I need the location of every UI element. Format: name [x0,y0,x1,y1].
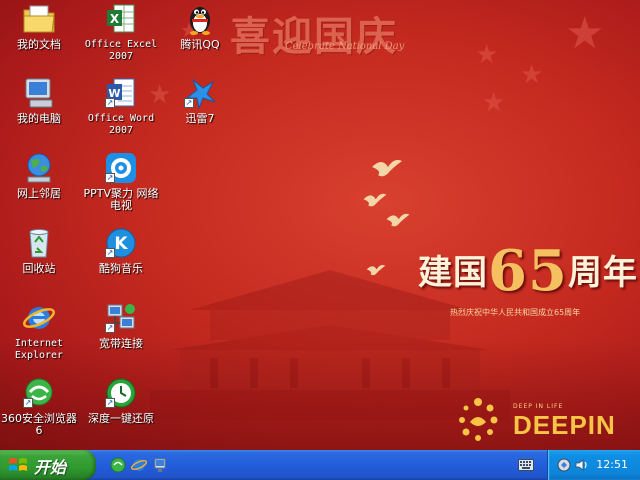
desktop-icon-label: 深度一键还原 [88,412,154,425]
network-status-icon[interactable] [556,457,572,473]
star-decoration: ★ [565,8,605,59]
system-tray: 12:51 [547,450,640,480]
volume-icon[interactable] [574,457,590,473]
desktop-icon-label: PPTV聚力 网络电视 [83,187,159,212]
wallpaper-headline: 喜迎国庆 [230,13,398,60]
taskbar: 开始 12:51 [0,450,640,480]
dove-icon [366,264,386,276]
shortcut-arrow-icon: ↗ [105,398,115,408]
desktop-icon-network-places[interactable]: 网上邻居 [1,151,77,200]
desktop-icon-office-excel[interactable]: X Office Excel 2007 [83,2,159,63]
desktop-icon-label: 宽带连接 [99,337,143,350]
desktop-icon-label: 回收站 [22,262,56,275]
desktop-icon-label: 酷狗音乐 [99,262,143,275]
star-decoration: ★ [475,40,499,70]
anniversary-title: 建国65周年 [418,238,638,304]
desktop-icon-my-computer[interactable]: 我的电脑 [1,76,77,125]
clock[interactable]: 12:51 [596,458,628,471]
start-button[interactable]: 开始 [0,450,96,480]
anniversary-suffix: 周年 [567,253,638,293]
brand-tagline: DEEP IN LIFE [513,403,564,410]
internet-explorer-icon [23,307,55,329]
desktop-icon-label: Office Excel 2007 [84,39,158,62]
desktop-icon-label: 360安全浏览器6 [1,412,77,437]
windows-logo-icon [9,458,27,471]
quicklaunch-show-desktop-icon[interactable] [152,457,168,473]
wallpaper-headline-sub: Celebrate National Day [285,41,405,52]
desktop-icon-label: Office Word 2007 [87,113,155,136]
desktop-icon-360-browser[interactable]: ↗ 360安全浏览器6 [1,376,77,437]
quicklaunch-360-browser-icon[interactable] [110,457,126,473]
shortcut-arrow-icon: ↗ [105,98,115,108]
anniversary-number: 65 [488,238,568,304]
shortcut-arrow-icon: ↗ [184,98,194,108]
svg-text:X: X [110,12,120,26]
shortcut-arrow-icon: ↗ [105,323,115,333]
desktop[interactable]: ★ ★ ★ ★ ★ ★ 喜迎国庆 Celebrate National Day … [0,0,640,450]
dove-icon [363,193,387,207]
desktop-icon-office-word[interactable]: W ↗ Office Word 2007 [83,76,159,137]
desktop-icon-tencent-qq[interactable]: 腾讯QQ [162,2,238,51]
desktop-icon-pptv[interactable]: ↗ PPTV聚力 网络电视 [83,151,159,212]
shortcut-arrow-icon: ↗ [105,248,115,258]
svg-text:K: K [114,234,128,254]
keyboard-icon[interactable] [518,459,534,471]
dove-icon [386,213,410,227]
folder-icon [23,5,55,33]
desktop-icon-label: 我的文档 [17,38,61,51]
desktop-icon-label: 我的电脑 [17,112,61,125]
shortcut-arrow-icon: ↗ [23,398,33,408]
start-label: 开始 [34,458,67,477]
desktop-icon-kugou[interactable]: K ↗ 酷狗音乐 [83,226,159,275]
desktop-icon-deepin-restore[interactable]: ↗ 深度一键还原 [83,376,159,425]
anniversary-prefix: 建国 [418,253,488,293]
computer-icon [25,78,53,108]
desktop-icon-label: 腾讯QQ [180,38,220,51]
desktop-icon-label: Internet Explorer [14,338,64,361]
deepin-logo-icon [459,398,498,441]
desktop-icon-broadband[interactable]: ↗ 宽带连接 [83,301,159,350]
star-decoration: ★ [482,88,506,118]
anniversary-subtitle: 热烈庆祝中华人民共和国成立65周年 [450,308,581,317]
excel-icon: X [107,4,135,33]
quicklaunch-ie-icon[interactable] [131,457,147,473]
shortcut-arrow-icon: ↗ [105,173,115,183]
desktop-icon-internet-explorer[interactable]: Internet Explorer [1,301,77,362]
brand-name: DEEPIN [513,410,616,440]
network-globe-icon [27,153,51,183]
desktop-icon-my-documents[interactable]: 我的文档 [1,2,77,51]
star-decoration: ★ [520,60,544,90]
desktop-icon-recycle-bin[interactable]: 回收站 [1,226,77,275]
recycle-bin-icon [29,229,49,258]
qq-penguin-icon [190,7,210,35]
desktop-icon-xunlei[interactable]: ↗ 迅雷7 [162,76,238,125]
desktop-icon-label: 网上邻居 [17,187,61,200]
desktop-icon-label: 迅雷7 [185,112,215,125]
dove-icon [372,159,402,177]
